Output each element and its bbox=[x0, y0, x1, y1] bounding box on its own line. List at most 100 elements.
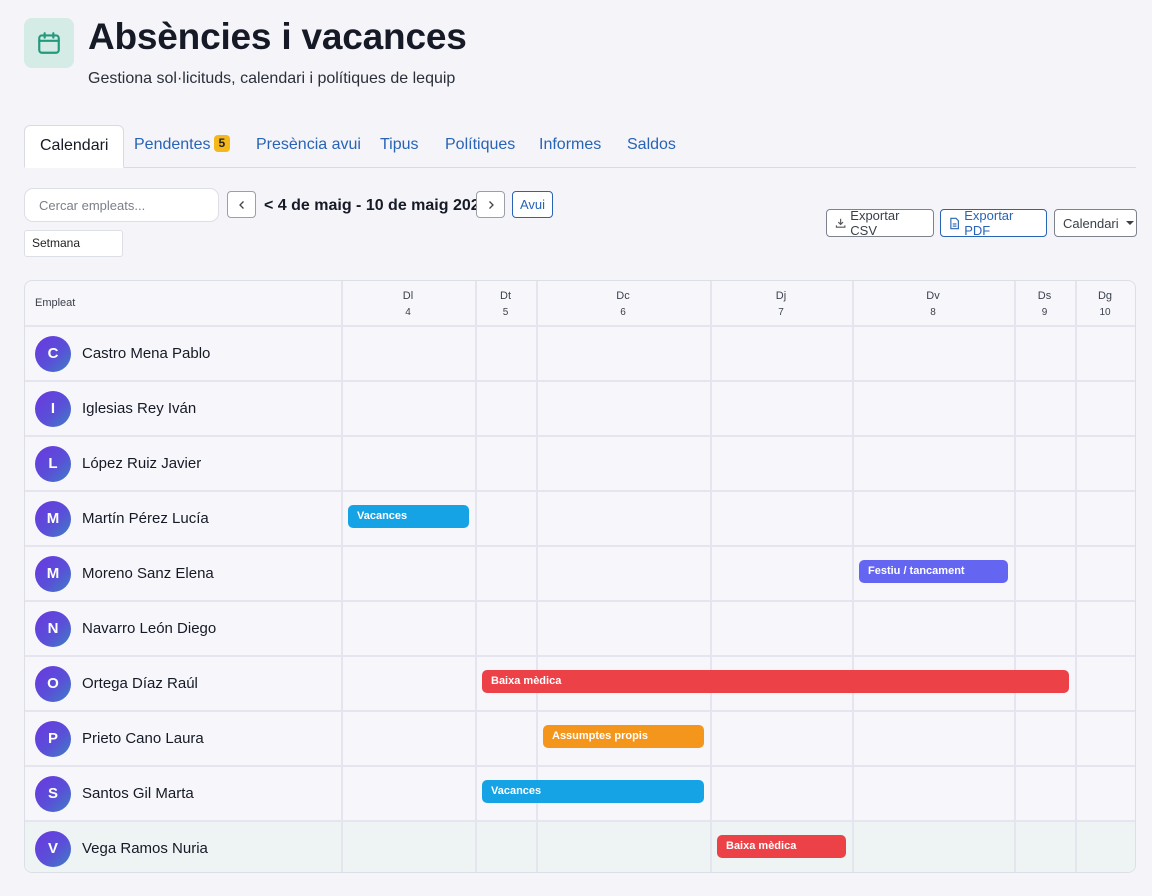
avatar: I bbox=[35, 391, 71, 427]
employee-column-header: Empleat bbox=[35, 297, 76, 309]
grid-row-line bbox=[25, 600, 1135, 602]
employee-name[interactable]: López Ruiz Javier bbox=[82, 455, 201, 472]
calendar-icon bbox=[38, 32, 60, 54]
caret-down-icon bbox=[1125, 221, 1134, 225]
day-of-week-label: Dl bbox=[402, 290, 414, 302]
grid-row-line bbox=[25, 655, 1135, 657]
calendar-icon-tile bbox=[24, 18, 74, 68]
grid-row-line bbox=[25, 710, 1135, 712]
tab-label: Polítiques bbox=[445, 136, 516, 153]
export-pdf-button[interactable]: Exportar PDF bbox=[940, 208, 1047, 238]
export-csv-button[interactable]: Exportar CSV bbox=[826, 208, 934, 238]
tab-informes[interactable]: Informes bbox=[539, 125, 601, 167]
day-header: Dv 8 bbox=[852, 281, 1014, 325]
chevron-left-icon bbox=[238, 200, 244, 209]
tab-politiques[interactable]: Polítiques bbox=[445, 125, 515, 167]
page-subtitle: Gestiona sol·licituds, calendari i polít… bbox=[88, 70, 456, 87]
employee-name[interactable]: Martín Pérez Lucía bbox=[82, 510, 209, 527]
absence-event[interactable]: Festiu / tancament bbox=[859, 560, 1008, 583]
employee-name[interactable]: Vega Ramos Nuria bbox=[82, 840, 208, 857]
tab-label: Tipus bbox=[380, 136, 419, 153]
day-number-label: 7 bbox=[778, 307, 784, 318]
absence-event[interactable]: Assumptes propis bbox=[543, 725, 704, 748]
absence-event[interactable]: Vacances bbox=[348, 505, 469, 528]
grid-column-line bbox=[710, 281, 712, 872]
employee-name[interactable]: Santos Gil Marta bbox=[82, 785, 194, 802]
tab-label: Informes bbox=[539, 136, 602, 153]
chevron-right-icon bbox=[488, 200, 494, 209]
tab-label: Calendari bbox=[40, 137, 109, 154]
view-mode-select[interactable]: Setmana bbox=[24, 230, 123, 257]
avatar: C bbox=[35, 336, 71, 372]
day-number-label: 10 bbox=[1099, 307, 1111, 318]
day-header: Dc 6 bbox=[536, 281, 710, 325]
day-header: Dl 4 bbox=[341, 281, 475, 325]
today-button[interactable]: Avui bbox=[512, 191, 553, 218]
avatar: V bbox=[35, 831, 71, 867]
grid-row-line bbox=[25, 380, 1135, 382]
grid-row-line bbox=[25, 765, 1135, 767]
calendar-dropdown-label: Calendari bbox=[1063, 215, 1119, 231]
employee-name[interactable]: Ortega Díaz Raúl bbox=[82, 675, 198, 692]
day-number-label: 8 bbox=[930, 307, 936, 318]
grid-column-line bbox=[341, 281, 343, 872]
search-input[interactable] bbox=[24, 188, 219, 222]
avatar: M bbox=[35, 556, 71, 592]
day-header: Ds 9 bbox=[1014, 281, 1075, 325]
absence-event[interactable]: Baixa mèdica bbox=[717, 835, 846, 858]
calendar-grid: Empleat Dl 4 Dt 5 Dc 6 Dj 7 Dv 8 Ds 9 Dg 10 C Castro Men… bbox=[24, 280, 1136, 873]
day-of-week-label: Dg bbox=[1097, 290, 1113, 302]
day-number-label: 5 bbox=[502, 307, 509, 318]
employee-name[interactable]: Navarro León Diego bbox=[82, 620, 216, 637]
day-header: Dj 7 bbox=[710, 281, 852, 325]
tab-label: Presència avui bbox=[256, 136, 361, 153]
grid-column-line bbox=[1014, 281, 1016, 872]
grid-row-line bbox=[25, 820, 1135, 822]
date-range-label: < 4 de maig - 10 de maig 2026 bbox=[264, 197, 489, 214]
grid-column-line bbox=[852, 281, 854, 872]
employee-name[interactable]: Prieto Cano Laura bbox=[82, 730, 204, 747]
avatar: P bbox=[35, 721, 71, 757]
tab-presencia-avui[interactable]: Presència avui bbox=[256, 125, 361, 167]
absence-event[interactable]: Vacances bbox=[482, 780, 704, 803]
tab-bar: Calendari Pendentes 5 Presència avui Tipu… bbox=[24, 125, 1136, 168]
day-of-week-label: Dt bbox=[500, 290, 511, 302]
day-number-label: 6 bbox=[620, 307, 626, 318]
tab-label: Saldos bbox=[627, 136, 676, 153]
file-pdf-icon bbox=[950, 217, 959, 229]
day-header: Dg 10 bbox=[1075, 281, 1135, 325]
day-of-week-label: Dv bbox=[926, 290, 940, 302]
day-header: Dt 5 bbox=[475, 281, 536, 325]
prev-week-button[interactable] bbox=[227, 191, 256, 218]
grid-column-line bbox=[475, 281, 477, 872]
tab-tipus[interactable]: Tipus bbox=[380, 125, 419, 167]
avatar: L bbox=[35, 446, 71, 482]
export-pdf-label: Exportar PDF bbox=[964, 208, 1014, 238]
day-of-week-label: Ds bbox=[1037, 290, 1052, 302]
grid-row-line bbox=[25, 545, 1135, 547]
avatar: M bbox=[35, 501, 71, 537]
grid-row-line bbox=[25, 435, 1135, 437]
calendar-dropdown-button[interactable]: Calendari bbox=[1054, 209, 1137, 237]
pending-count-badge: 5 bbox=[213, 135, 231, 152]
tab-saldos[interactable]: Saldos bbox=[627, 125, 676, 167]
next-week-button[interactable] bbox=[476, 191, 505, 218]
avatar: S bbox=[35, 776, 71, 812]
tab-calendari[interactable]: Calendari bbox=[24, 125, 125, 168]
tab-pendentes[interactable]: Pendentes 5 bbox=[134, 125, 231, 167]
employee-name[interactable]: Iglesias Rey Iván bbox=[82, 400, 196, 417]
employee-name[interactable]: Moreno Sanz Elena bbox=[82, 565, 214, 582]
export-csv-label: Exportar CSV bbox=[850, 208, 900, 238]
page-title: Absències i vacances bbox=[88, 16, 467, 57]
grid-row-line bbox=[25, 490, 1135, 492]
avatar: N bbox=[35, 611, 71, 647]
download-icon bbox=[835, 218, 846, 228]
employee-name[interactable]: Castro Mena Pablo bbox=[82, 345, 210, 362]
day-number-label: 4 bbox=[405, 307, 411, 318]
day-of-week-label: Dc bbox=[616, 290, 630, 302]
avatar: O bbox=[35, 666, 71, 702]
grid-row-line bbox=[25, 325, 1135, 327]
tab-label: Pendentes bbox=[134, 136, 211, 153]
absence-event[interactable]: Baixa mèdica bbox=[482, 670, 1069, 693]
grid-column-line bbox=[1075, 281, 1077, 872]
